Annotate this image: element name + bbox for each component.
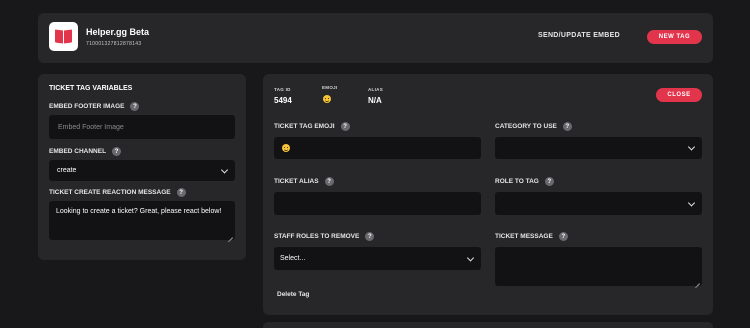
- reaction-message-text: Looking to create a ticket? Great, pleas…: [56, 208, 222, 215]
- channel-label: EMBED CHANNEL ?: [49, 147, 122, 156]
- staff-roles-label-text: STAFF ROLES TO REMOVE: [274, 233, 360, 240]
- emoji-label: EMOJI: [322, 85, 338, 90]
- reaction-message-textarea[interactable]: Looking to create a ticket? Great, pleas…: [49, 201, 235, 240]
- chevron-down-icon: [687, 198, 696, 207]
- ticket-tag-variables-panel: TICKET TAG VARIABLES EMBED FOOTER IMAGE …: [38, 74, 246, 260]
- chevron-down-icon: [687, 143, 696, 151]
- help-icon[interactable]: ?: [558, 232, 568, 241]
- ticket-alias-label-text: TICKET ALIAS: [274, 178, 319, 185]
- reaction-message-label: TICKET CREATE REACTION MESSAGE ?: [49, 188, 186, 197]
- channel-select-value: create: [57, 167, 77, 174]
- tag-id-label: TAG ID: [274, 87, 291, 92]
- tag-emoji-label-text: TICKET TAG EMOJI: [274, 123, 335, 130]
- ticket-message-label: TICKET MESSAGE ?: [495, 232, 568, 241]
- footer-image-label-text: EMBED FOOTER IMAGE: [49, 103, 125, 110]
- tag-editor-panel: TAG ID 5494 EMOJI ALIAS N/A CLOSE TICKET…: [263, 74, 713, 315]
- ticket-alias-label: TICKET ALIAS ?: [274, 177, 334, 186]
- role-to-tag-label: ROLE TO TAG ?: [495, 177, 554, 186]
- footer-image-label: EMBED FOOTER IMAGE ?: [49, 102, 140, 111]
- new-tag-button[interactable]: NEW TAG: [647, 30, 702, 44]
- chevron-down-icon: [220, 165, 229, 174]
- next-panel-edge: [263, 322, 713, 328]
- header-panel: Helper.gg Beta 710001327812878143 SEND/U…: [38, 13, 713, 63]
- alias-value: N/A: [368, 96, 382, 105]
- resize-grip-icon[interactable]: [228, 233, 233, 238]
- section-title: TICKET TAG VARIABLES: [49, 85, 133, 92]
- send-update-embed-button[interactable]: SEND/UPDATE EMBED: [538, 32, 620, 39]
- app-logo: [49, 22, 78, 51]
- book-icon: [55, 29, 72, 44]
- category-label: CATEGORY TO USE ?: [495, 122, 572, 131]
- tag-id-value: 5494: [274, 96, 292, 105]
- app-title: Helper.gg Beta: [86, 27, 150, 37]
- help-icon[interactable]: ?: [112, 147, 122, 156]
- help-icon[interactable]: ?: [176, 188, 186, 197]
- delete-tag-button[interactable]: Delete Tag: [277, 291, 309, 298]
- ticket-message-textarea[interactable]: [495, 247, 702, 286]
- help-icon[interactable]: ?: [324, 177, 334, 186]
- ticket-alias-input[interactable]: [274, 192, 481, 215]
- role-to-tag-select[interactable]: [495, 192, 702, 215]
- role-to-tag-label-text: ROLE TO TAG: [495, 178, 539, 185]
- chevron-down-icon: [466, 253, 475, 262]
- category-select[interactable]: [495, 137, 702, 159]
- ticket-message-label-text: TICKET MESSAGE: [495, 233, 553, 240]
- help-icon[interactable]: ?: [365, 232, 375, 241]
- close-button[interactable]: CLOSE: [656, 88, 702, 102]
- help-icon[interactable]: ?: [562, 122, 572, 131]
- resize-grip-icon[interactable]: [695, 279, 700, 284]
- grinning-face-emoji-icon: [323, 95, 331, 103]
- grinning-face-emoji-icon: [282, 144, 290, 152]
- category-label-text: CATEGORY TO USE: [495, 123, 557, 130]
- alias-label: ALIAS: [368, 87, 383, 92]
- tag-emoji-input[interactable]: [274, 137, 481, 159]
- channel-select[interactable]: create: [49, 160, 235, 181]
- channel-label-text: EMBED CHANNEL: [49, 148, 107, 155]
- staff-roles-select-value: Select...: [280, 255, 306, 262]
- footer-image-input[interactable]: Embed Footer Image: [49, 115, 235, 139]
- help-icon[interactable]: ?: [340, 122, 350, 131]
- staff-roles-select[interactable]: Select...: [274, 247, 481, 270]
- reaction-message-label-text: TICKET CREATE REACTION MESSAGE: [49, 189, 171, 196]
- staff-roles-label: STAFF ROLES TO REMOVE ?: [274, 232, 375, 241]
- app-id: 710001327812878143: [86, 41, 142, 47]
- help-icon[interactable]: ?: [130, 102, 140, 111]
- tag-emoji-label: TICKET TAG EMOJI ?: [274, 122, 350, 131]
- help-icon[interactable]: ?: [544, 177, 554, 186]
